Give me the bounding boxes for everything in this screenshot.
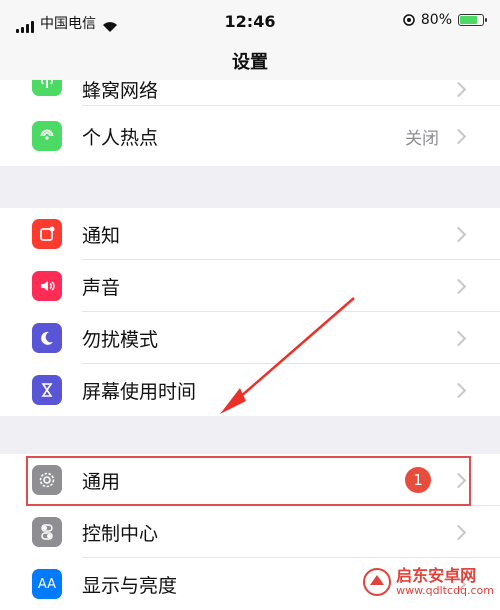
pointer-arrow [220, 297, 355, 414]
watermark-title: 启东安卓网 [396, 565, 477, 585]
watermark-url: www.qdltcdq.com [396, 583, 494, 597]
watermark-logo-icon [363, 568, 392, 596]
watermark: 启东安卓网 www.qdltcdq.com [362, 567, 494, 597]
